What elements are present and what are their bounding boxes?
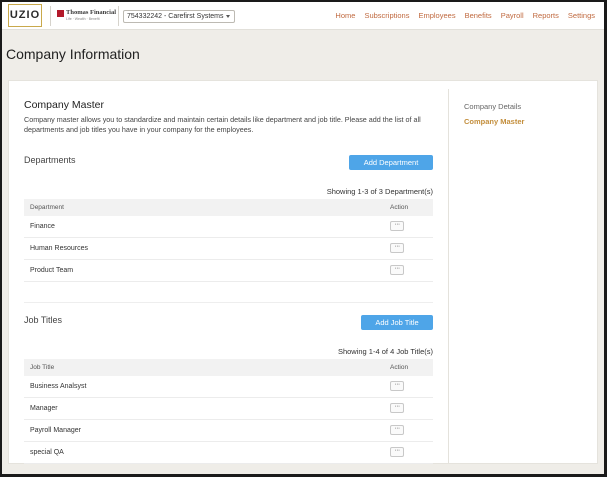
table-row: special QA ··· (24, 442, 433, 464)
app-window: UZIO Thomas Financial Life · Wealth · Be… (2, 2, 604, 474)
table-row: Product Team ··· (24, 260, 433, 282)
header-divider (50, 6, 51, 26)
departments-count: Showing 1-3 of 3 Department(s) (326, 187, 433, 196)
job-titles-count: Showing 1-4 of 4 Job Title(s) (337, 347, 433, 356)
table-header: Department Action (24, 199, 433, 216)
nav-subscriptions[interactable]: Subscriptions (364, 11, 409, 20)
job-title-name: Business Analsyst (30, 383, 87, 390)
nav-home[interactable]: Home (335, 11, 355, 20)
table-header: Job Title Action (24, 359, 433, 376)
top-bar: UZIO Thomas Financial Life · Wealth · Be… (2, 2, 604, 30)
department-name: Finance (30, 223, 55, 230)
section-title: Company Master (24, 99, 104, 111)
table-row: Finance ··· (24, 216, 433, 238)
chevron-down-icon (226, 15, 230, 18)
partner-name: Thomas Financial (66, 9, 117, 16)
section-description: Company master allows you to standardize… (24, 115, 421, 134)
nav-reports[interactable]: Reports (533, 11, 559, 20)
departments-table: Department Action Finance ··· Human Reso… (24, 199, 433, 282)
sidebar-item-company-master[interactable]: Company Master (464, 117, 524, 126)
job-titles-title: Job Titles (24, 315, 63, 325)
more-options-icon[interactable]: ··· (390, 447, 404, 457)
partner-logo: Thomas Financial Life · Wealth · Benefit (57, 9, 117, 25)
content-card: Company Master Company master allows you… (8, 80, 598, 464)
main-nav: Home Subscriptions Employees Benefits Pa… (326, 11, 595, 20)
table-row: Payroll Manager ··· (24, 420, 433, 442)
column-header-action: Action (390, 204, 409, 211)
nav-benefits[interactable]: Benefits (465, 11, 492, 20)
nav-payroll[interactable]: Payroll (501, 11, 524, 20)
more-options-icon[interactable]: ··· (390, 265, 404, 275)
company-selector-value: 754332242 - Carefirst Systems (127, 13, 224, 20)
column-header-job-title: Job Title (30, 364, 55, 371)
add-department-button[interactable]: Add Department (349, 155, 433, 170)
more-options-icon[interactable]: ··· (390, 425, 404, 435)
uzio-logo[interactable]: UZIO (8, 4, 42, 27)
department-name: Product Team (30, 267, 74, 274)
department-name: Human Resources (30, 245, 88, 252)
job-title-name: Manager (30, 405, 58, 412)
table-row: Business Analsyst ··· (24, 376, 433, 398)
table-row: Manager ··· (24, 398, 433, 420)
company-selector[interactable]: 754332242 - Carefirst Systems (123, 10, 235, 23)
more-options-icon[interactable]: ··· (390, 403, 404, 413)
add-job-title-button[interactable]: Add Job Title (361, 315, 433, 330)
partner-tagline: Life · Wealth · Benefit (66, 17, 100, 21)
company-info-sidebar: Company Details Company Master (448, 89, 598, 463)
more-options-icon[interactable]: ··· (390, 221, 404, 231)
company-master-panel: Company Master Company master allows you… (9, 81, 448, 465)
nav-settings[interactable]: Settings (568, 11, 595, 20)
partner-mark-icon (57, 10, 64, 17)
sidebar-item-company-details[interactable]: Company Details (464, 102, 521, 111)
nav-employees[interactable]: Employees (418, 11, 455, 20)
job-titles-table: Job Title Action Business Analsyst ··· M… (24, 359, 433, 464)
job-title-name: Payroll Manager (30, 427, 81, 434)
page-title: Company Information (6, 46, 140, 62)
column-header-department: Department (30, 204, 64, 211)
more-options-icon[interactable]: ··· (390, 381, 404, 391)
table-row: Human Resources ··· (24, 238, 433, 260)
more-options-icon[interactable]: ··· (390, 243, 404, 253)
column-header-action: Action (390, 364, 409, 371)
section-divider (24, 302, 433, 303)
header-divider (118, 6, 119, 26)
departments-title: Departments (24, 155, 76, 165)
job-title-name: special QA (30, 449, 64, 456)
